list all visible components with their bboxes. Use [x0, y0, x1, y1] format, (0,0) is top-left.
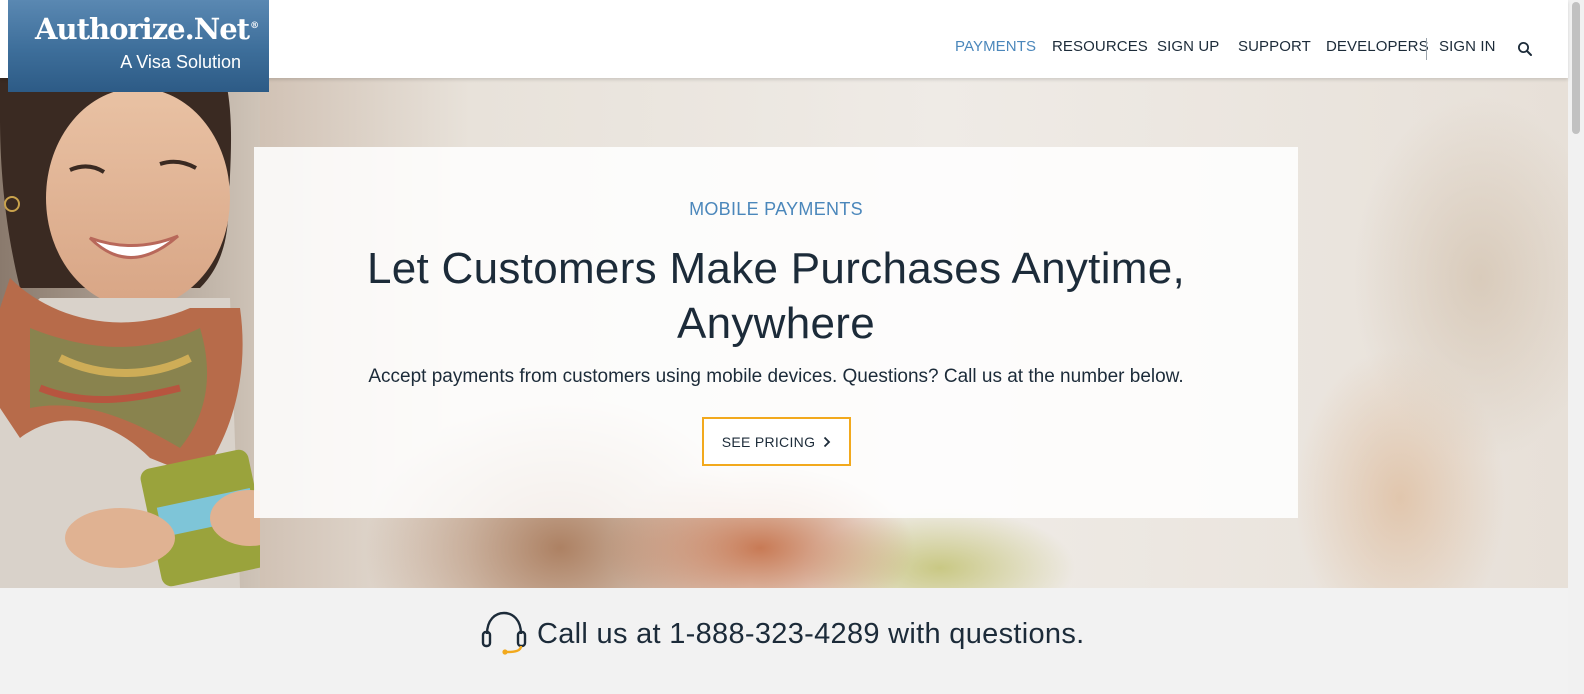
- hero-photo-woman: [0, 78, 260, 588]
- search-icon[interactable]: [1516, 40, 1534, 58]
- registered-mark: ®: [250, 21, 259, 32]
- call-us-text: Call us at 1-888-323-4289 with questions…: [537, 618, 1085, 650]
- headset-icon: [481, 611, 527, 655]
- nav-divider: [1426, 38, 1427, 60]
- hero-headline: Let Customers Make Purchases Anytime, An…: [254, 241, 1298, 351]
- hero-subtext: Accept payments from customers using mob…: [368, 366, 1184, 387]
- nav-item-resources[interactable]: RESOURCES: [1052, 38, 1148, 55]
- logo-wordmark: Authorize.Net®: [35, 12, 259, 46]
- scrollbar-thumb[interactable]: [1572, 2, 1580, 134]
- nav-item-developers[interactable]: DEVELOPERS: [1326, 38, 1429, 55]
- page-scrollbar[interactable]: [1568, 0, 1584, 694]
- nav-item-sign-in[interactable]: SIGN IN: [1439, 38, 1496, 55]
- authorize-net-logo[interactable]: Authorize.Net® A Visa Solution: [8, 0, 269, 92]
- nav-item-payments[interactable]: PAYMENTS: [955, 38, 1036, 55]
- hero-banner: MOBILE PAYMENTS Let Customers Make Purch…: [0, 78, 1568, 588]
- call-us-bar: Call us at 1-888-323-4289 with questions…: [0, 588, 1568, 694]
- logo-tagline: A Visa Solution: [120, 52, 241, 72]
- logo-name-text: Authorize.Net: [35, 12, 250, 46]
- hero-eyebrow: MOBILE PAYMENTS: [689, 199, 863, 219]
- chevron-right-icon: [824, 436, 831, 447]
- nav-item-support[interactable]: SUPPORT: [1238, 38, 1311, 55]
- headline-line-1: Let Customers Make Purchases Anytime,: [366, 244, 1186, 293]
- see-pricing-label: SEE PRICING: [721, 433, 816, 450]
- see-pricing-button[interactable]: SEE PRICING: [702, 417, 851, 466]
- nav-item-sign-up[interactable]: SIGN UP: [1157, 38, 1219, 55]
- hero-card: MOBILE PAYMENTS Let Customers Make Purch…: [254, 147, 1298, 518]
- headline-line-2: Anywhere: [676, 299, 876, 348]
